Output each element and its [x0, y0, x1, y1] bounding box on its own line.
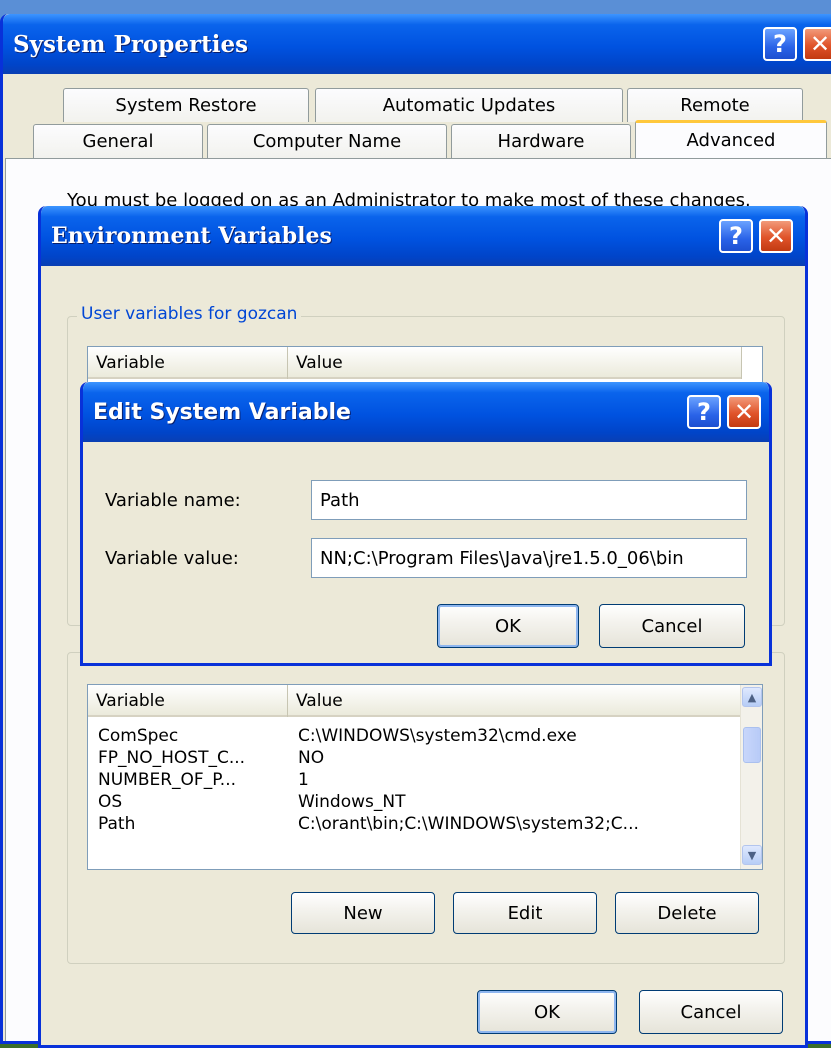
close-icon[interactable]: ✕ — [803, 27, 831, 61]
ok-button[interactable]: OK — [477, 990, 617, 1034]
scroll-up-icon[interactable]: ▲ — [742, 687, 762, 707]
value-cell: C:\WINDOWS\system32\cmd.exe — [298, 726, 577, 746]
window-title: System Properties — [13, 30, 249, 58]
tab-automatic-updates[interactable]: Automatic Updates — [315, 88, 623, 122]
scroll-thumb[interactable] — [743, 727, 761, 763]
variable-value-input[interactable]: NN;C:\Program Files\Java\jre1.5.0_06\bin — [311, 538, 747, 578]
scroll-down-icon[interactable]: ▼ — [742, 845, 762, 865]
window-title: Edit System Variable — [93, 399, 351, 425]
column-variable[interactable]: Variable — [88, 347, 288, 379]
window-title: Environment Variables — [51, 223, 332, 249]
value-cell: 1 — [298, 770, 309, 790]
value-cell: NO — [298, 748, 325, 768]
tab-hardware[interactable]: Hardware — [451, 124, 631, 158]
list-header: Variable Value — [88, 685, 742, 717]
variable-cell: Path — [98, 814, 136, 834]
table-row[interactable]: OS Windows_NT — [88, 791, 742, 813]
ok-button[interactable]: OK — [437, 604, 579, 648]
edit-button[interactable]: Edit — [453, 892, 597, 934]
variable-cell: OS — [98, 792, 123, 812]
system-properties-titlebar[interactable]: System Properties ? ✕ — [3, 14, 831, 74]
table-row[interactable]: NUMBER_OF_P... 1 — [88, 769, 742, 791]
variable-cell: FP_NO_HOST_C... — [98, 748, 246, 768]
column-variable[interactable]: Variable — [88, 685, 288, 717]
variable-name-input[interactable]: Path — [311, 480, 747, 520]
close-icon[interactable]: ✕ — [759, 219, 793, 253]
user-variables-label: User variables for gozcan — [77, 304, 302, 324]
tab-advanced[interactable]: Advanced — [635, 120, 827, 158]
table-row[interactable]: Path C:\orant\bin;C:\WINDOWS\system32;C.… — [88, 813, 742, 835]
help-icon[interactable]: ? — [763, 27, 797, 61]
edit-system-variable-titlebar[interactable]: Edit System Variable ? ✕ — [83, 382, 769, 442]
value-cell: C:\orant\bin;C:\WINDOWS\system32;C... — [298, 814, 639, 834]
variable-cell: NUMBER_OF_P... — [98, 770, 237, 790]
edit-system-variable-window: Edit System Variable ? ✕ Variable name: … — [80, 382, 772, 666]
column-value[interactable]: Value — [288, 347, 742, 379]
table-row[interactable]: ComSpec C:\WINDOWS\system32\cmd.exe — [88, 725, 742, 747]
cancel-button[interactable]: Cancel — [639, 990, 783, 1034]
environment-variables-titlebar[interactable]: Environment Variables ? ✕ — [41, 206, 805, 266]
value-cell: Windows_NT — [298, 792, 406, 812]
table-row[interactable]: FP_NO_HOST_C... NO — [88, 747, 742, 769]
column-value[interactable]: Value — [288, 685, 742, 717]
tab-general[interactable]: General — [33, 124, 203, 158]
variable-value-label: Variable value: — [105, 548, 239, 569]
variable-name-label: Variable name: — [105, 490, 241, 511]
new-button[interactable]: New — [291, 892, 435, 934]
tab-remote[interactable]: Remote — [627, 88, 803, 122]
system-variables-list[interactable]: Variable Value ComSpec C:\WINDOWS\system… — [87, 684, 763, 870]
help-icon[interactable]: ? — [687, 395, 721, 429]
tab-system-restore[interactable]: System Restore — [63, 88, 309, 122]
help-icon[interactable]: ? — [719, 219, 753, 253]
variable-cell: ComSpec — [98, 726, 179, 746]
vertical-scrollbar[interactable]: ▲ ▼ — [740, 685, 762, 869]
cancel-button[interactable]: Cancel — [599, 604, 745, 648]
list-header: Variable Value — [88, 347, 742, 379]
close-icon[interactable]: ✕ — [727, 395, 761, 429]
tab-computer-name[interactable]: Computer Name — [207, 124, 447, 158]
delete-button[interactable]: Delete — [615, 892, 759, 934]
